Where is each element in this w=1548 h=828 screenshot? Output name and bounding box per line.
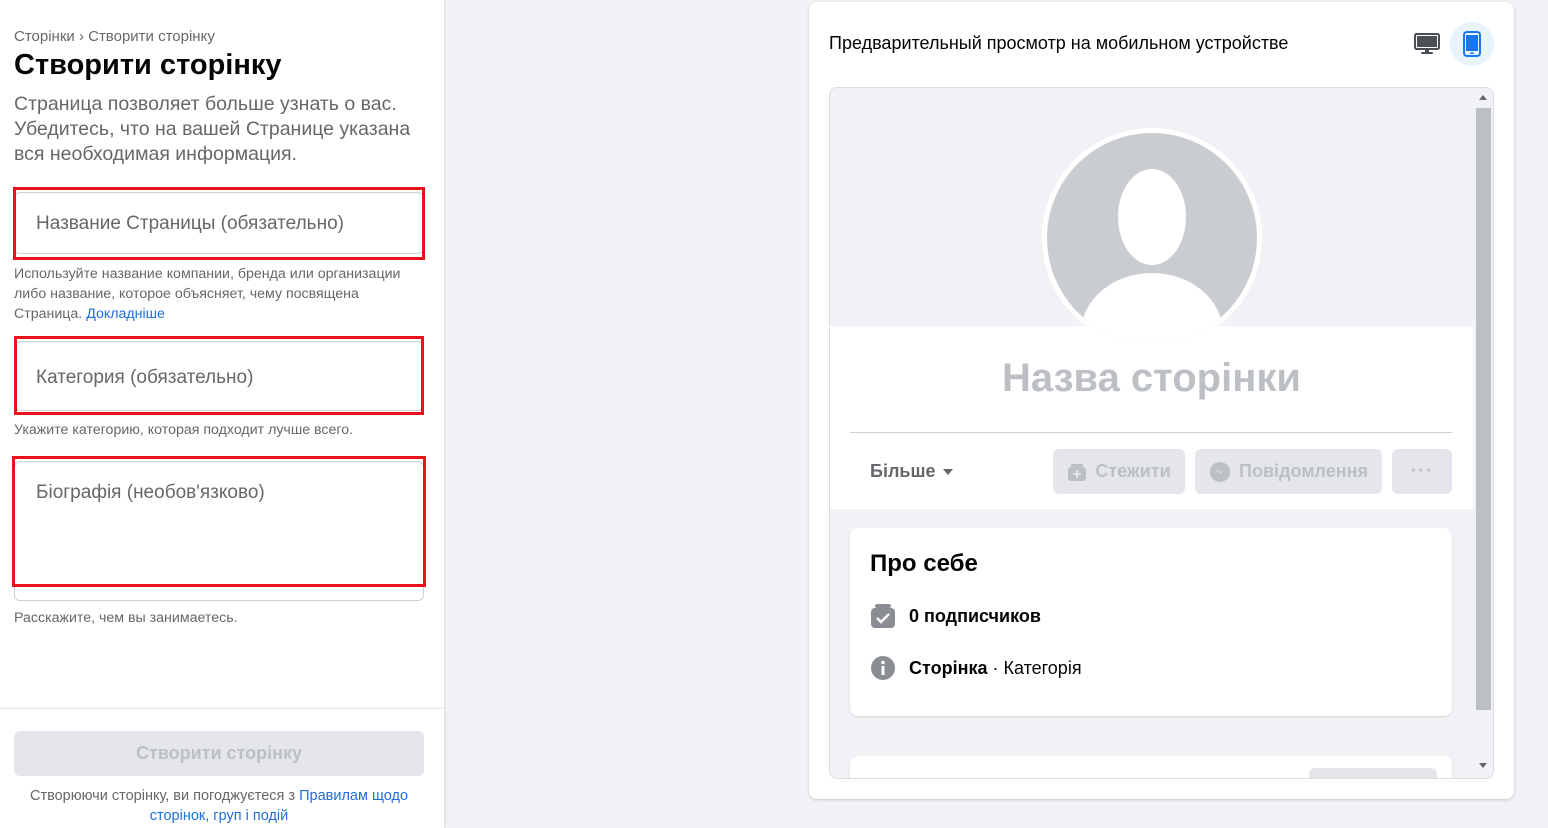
info-icon [871, 656, 895, 680]
divider [850, 432, 1452, 433]
next-card-button-placeholder [1309, 768, 1437, 778]
messenger-icon [1210, 461, 1231, 482]
preview-page-name: Назва сторінки [1002, 356, 1301, 400]
page-category: Категорія [1003, 657, 1082, 678]
page-type: Сторінка [909, 657, 988, 678]
page-name-hint: Используйте название компании, бренда ил… [14, 264, 430, 324]
page-title: Створити сторінку [14, 49, 282, 81]
scroll-up-arrow-icon[interactable] [1479, 95, 1487, 100]
avatar [1042, 128, 1262, 348]
intro-text: Страница позволяет больше узнать о вас. … [14, 93, 411, 165]
avatar-body-shape [1081, 273, 1223, 343]
desktop-icon [1414, 33, 1440, 54]
desktop-preview-button[interactable] [1405, 22, 1449, 66]
bio-hint: Расскажите, чем вы занимаетесь. [14, 610, 238, 626]
follow-button: Стежити [1053, 449, 1185, 494]
avatar-placeholder-icon [1047, 133, 1257, 343]
terms-prefix: Створюючи сторінку, ви погоджуєтеся з [29, 788, 300, 804]
phone-preview-frame: Назва сторінки Більше Стежити Повідомлен… [829, 87, 1494, 779]
follow-icon [1068, 463, 1087, 481]
highlight-box-category [14, 336, 424, 415]
scroll-down-arrow-icon[interactable] [1479, 763, 1487, 768]
scrollbar-thumb[interactable] [1476, 108, 1491, 710]
more-label: Більше [870, 461, 936, 481]
create-page-panel: Сторінки › Створити сторінку Створити ст… [0, 0, 444, 828]
highlight-box-bio [12, 456, 426, 587]
preview-title: Предварительный просмотр на мобильном ус… [829, 33, 1289, 53]
message-button: Повідомлення [1195, 449, 1382, 494]
more-dropdown: Більше [870, 461, 954, 482]
terms-text: Створюючи сторінку, ви погоджуєтеся з Пр… [14, 786, 424, 826]
breadcrumb[interactable]: Сторінки › Створити сторінку [14, 28, 215, 45]
learn-more-link[interactable]: Докладніше [86, 306, 165, 322]
category-separator: · [987, 657, 1004, 678]
avatar-head-shape [1118, 169, 1186, 265]
highlight-box-name [13, 187, 425, 260]
form-footer: Створити сторінку Створюючи сторінку, ви… [0, 708, 444, 828]
mobile-phone-icon [1463, 31, 1481, 57]
form-scroll-area: Сторінки › Створити сторінку Створити ст… [0, 0, 444, 708]
preview-scrollbar[interactable] [1473, 88, 1493, 778]
message-label: Повідомлення [1239, 461, 1368, 481]
followers-count: 0 подписчиков [909, 605, 1041, 626]
about-title: Про себе [870, 550, 978, 577]
more-options-icon: ··· [1410, 460, 1434, 482]
caret-down-icon [943, 468, 954, 475]
followers-check-icon [871, 604, 895, 628]
mobile-preview-card: Предварительный просмотр на мобильном ус… [809, 2, 1514, 799]
page-category-row: Сторінка · Категорія [870, 655, 1082, 681]
more-options-button: ··· [1392, 449, 1452, 494]
about-card: Про себе 0 подписчиков Сторінка · Катего… [850, 528, 1452, 716]
create-page-button[interactable]: Створити сторінку [14, 731, 424, 776]
next-card [850, 756, 1452, 778]
category-hint: Укажите категорию, которая подходит лучш… [14, 422, 354, 438]
mobile-preview-button[interactable] [1450, 22, 1494, 66]
followers-row: 0 подписчиков [870, 603, 1041, 629]
page-name-hint-text: Используйте название компании, бренда ил… [14, 266, 401, 322]
follow-label: Стежити [1095, 461, 1171, 481]
